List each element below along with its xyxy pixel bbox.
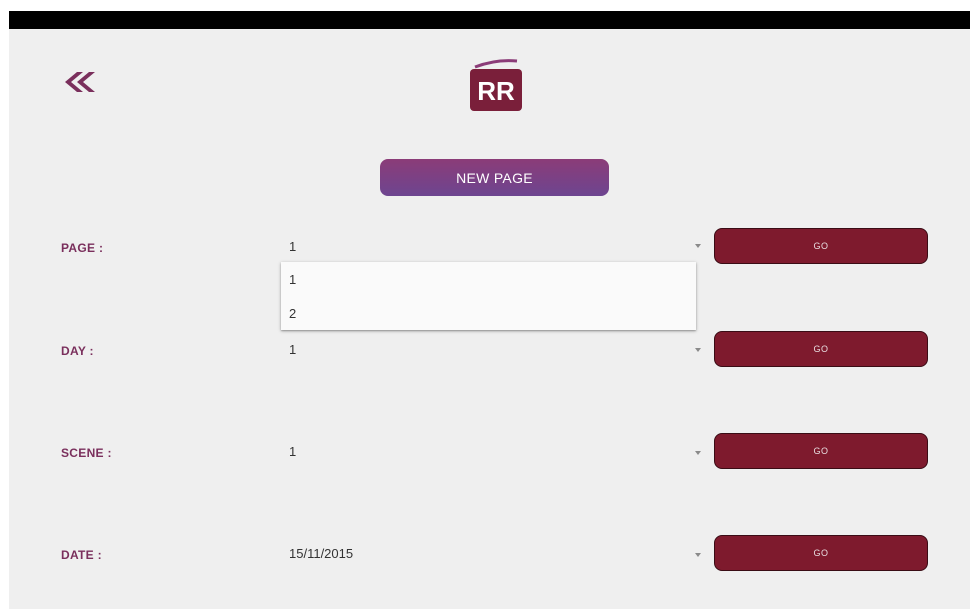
scene-select-value: 1 (289, 444, 297, 459)
day-select-value: 1 (289, 342, 297, 357)
day-select[interactable] (281, 335, 705, 361)
scene-select[interactable] (281, 437, 705, 463)
day-go-button[interactable]: GO (714, 331, 928, 367)
page-dropdown-menu: 1 2 (281, 262, 696, 330)
status-bar (9, 11, 970, 29)
new-page-button[interactable]: NEW PAGE (380, 159, 609, 196)
app-logo: RR (470, 57, 522, 111)
double-chevron-left-icon[interactable] (57, 64, 101, 100)
page-label: PAGE : (61, 241, 104, 255)
page-go-button[interactable]: GO (714, 228, 928, 264)
day-select-arrow-icon[interactable] (695, 348, 701, 352)
scene-label: SCENE : (61, 446, 112, 460)
logo-text: RR (477, 76, 515, 106)
date-select-value: 15/11/2015 (289, 546, 354, 561)
scene-go-button[interactable]: GO (714, 433, 928, 469)
page-select-arrow-icon[interactable] (695, 244, 701, 248)
scene-select-arrow-icon[interactable] (695, 451, 701, 455)
dropdown-option-1[interactable]: 1 (289, 272, 296, 287)
date-label: DATE : (61, 548, 102, 562)
date-select-arrow-icon[interactable] (695, 553, 701, 557)
date-go-button[interactable]: GO (714, 535, 928, 571)
day-label: DAY : (61, 344, 94, 358)
page-select[interactable] (281, 232, 705, 258)
page-select-value: 1 (289, 239, 297, 254)
dropdown-option-2[interactable]: 2 (289, 306, 296, 321)
